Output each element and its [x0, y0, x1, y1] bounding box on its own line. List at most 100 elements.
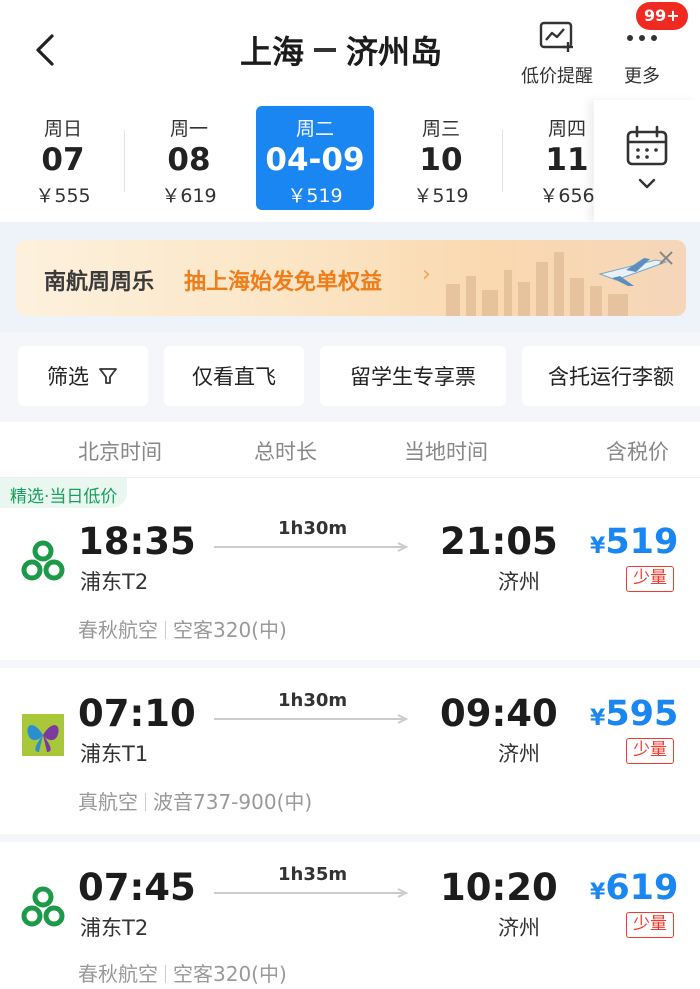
banner-brand: 南航周周乐	[44, 270, 155, 295]
arrival-time: 10:20	[440, 866, 558, 909]
date-day: 07	[41, 142, 85, 178]
airline-name: 春秋航空	[78, 962, 158, 986]
arrival-airport: 济州	[498, 742, 540, 766]
departure-time: 07:45	[78, 866, 196, 909]
price-alert-label: 低价提醒	[521, 66, 593, 87]
low-availability-badge: 少量	[626, 566, 674, 592]
col-local-time: 当地时间	[404, 440, 488, 464]
info-divider	[165, 621, 166, 639]
duration-line	[214, 542, 408, 552]
flight-duration: 1h35m	[278, 864, 348, 885]
date-price: ￥555	[35, 185, 91, 207]
date-price: ￥519	[287, 185, 343, 207]
departure-time: 18:35	[78, 520, 196, 563]
price-value: 595	[605, 694, 679, 734]
spring-airlines-logo-icon	[21, 540, 65, 581]
flight-row[interactable]: 精选·当日低价 18:35 1h30m 21:05 ¥519 浦东T2 济州 少…	[0, 478, 700, 668]
low-availability-badge: 少量	[626, 912, 674, 938]
departure-airport: 浦东T1	[80, 742, 149, 766]
date-item[interactable]: 周一 08 ￥619	[130, 106, 248, 210]
row-separator	[0, 660, 700, 668]
flight-price: ¥595	[590, 694, 678, 734]
checked-baggage-label: 含托运行李额	[548, 365, 674, 389]
back-button[interactable]	[26, 28, 66, 72]
currency-symbol: ¥	[590, 880, 606, 905]
flight-info: 真航空 波音737-900(中)	[78, 786, 312, 815]
col-duration: 总时长	[254, 440, 317, 464]
student-fare-label: 留学生专享票	[350, 365, 476, 389]
price-alert-button[interactable]: 低价提醒	[512, 20, 602, 88]
currency-symbol: ¥	[590, 706, 606, 731]
arrival-airport: 济州	[498, 570, 540, 594]
date-item[interactable]: 周日 07 ￥555	[4, 106, 122, 210]
flight-info: 春秋航空 空客320(中)	[78, 614, 287, 643]
date-weekday: 周二	[295, 118, 334, 140]
date-item[interactable]: 周三 10 ￥519	[382, 106, 500, 210]
promo-banner[interactable]: 南航周周乐 抽上海始发免单权益 ›	[16, 240, 686, 316]
flight-info: 春秋航空 空客320(中)	[78, 958, 287, 987]
departure-airport: 浦东T2	[80, 570, 149, 594]
aircraft-type: 波音737-900(中)	[153, 790, 313, 814]
info-divider	[165, 965, 166, 983]
calendar-button[interactable]	[594, 100, 700, 222]
flight-price: ¥619	[590, 868, 678, 908]
currency-symbol: ¥	[590, 534, 606, 559]
date-weekday: 周三	[421, 118, 460, 140]
departure-airport: 浦东T2	[80, 916, 149, 940]
filter-button[interactable]: 筛选	[18, 346, 148, 406]
student-fare-chip[interactable]: 留学生专享票	[320, 346, 506, 406]
price-value: 519	[605, 522, 679, 562]
row-separator	[0, 834, 700, 842]
chart-alert-icon	[539, 21, 573, 52]
duration-line	[214, 888, 408, 898]
more-label: 更多	[624, 66, 660, 87]
banner-promo-text: 抽上海始发免单权益	[184, 270, 383, 295]
route-title: 上海 济州岛	[240, 28, 470, 72]
date-divider	[124, 130, 125, 192]
aircraft-type: 空客320(中)	[173, 618, 287, 642]
airline-name: 真航空	[78, 790, 138, 814]
checked-baggage-chip[interactable]: 含托运行李额	[522, 346, 700, 406]
funnel-icon	[99, 368, 117, 384]
col-price: 含税价	[606, 440, 669, 464]
date-weekday: 周一	[169, 118, 208, 140]
calendar-icon	[626, 125, 668, 189]
price-value: 619	[605, 868, 679, 908]
flight-row[interactable]: 07:10 1h30m 09:40 ¥595 浦东T1 济州 少量 真航空 波音7…	[0, 668, 700, 842]
col-beijing-time: 北京时间	[78, 440, 162, 464]
flight-row[interactable]: 07:45 1h35m 10:20 ¥619 浦东T2 济州 少量 春秋航空 空客…	[0, 842, 700, 989]
banner-close-button[interactable]	[652, 244, 680, 272]
low-availability-badge: 少量	[626, 738, 674, 764]
airline-name: 春秋航空	[78, 618, 158, 642]
header-bar: 上海 济州岛 低价提醒 更多 99+	[0, 0, 700, 100]
column-headers: 北京时间 总时长 当地时间 含税价	[0, 422, 700, 478]
date-day: 04-09	[265, 142, 365, 178]
spring-airlines-logo-icon	[21, 886, 65, 927]
recommend-tag: 精选·当日低价	[0, 478, 128, 508]
date-item-selected[interactable]: 周二 04-09 ￥519	[256, 106, 374, 210]
more-button[interactable]: 更多	[610, 20, 674, 88]
date-day: 08	[167, 142, 211, 178]
chevron-right-icon: ›	[422, 262, 431, 287]
banner-area: 南航周周乐 抽上海始发免单权益 ›	[0, 222, 700, 332]
aircraft-type: 空客320(中)	[173, 962, 287, 986]
date-price: ￥519	[413, 185, 469, 207]
close-icon	[659, 251, 673, 265]
arrival-time: 21:05	[440, 520, 558, 563]
origin-city: 上海	[240, 33, 305, 71]
destination-city: 济州岛	[346, 33, 443, 71]
filter-label: 筛选	[47, 365, 89, 389]
departure-time: 07:10	[78, 692, 196, 735]
date-day: 10	[419, 142, 463, 178]
juneyao-airlines-logo-icon	[22, 714, 64, 756]
date-selector: 周日 07 ￥555 周一 08 ￥619 周二 04-09 ￥519 周三 1…	[0, 100, 700, 222]
direct-only-chip[interactable]: 仅看直飞	[164, 346, 304, 406]
info-divider	[145, 793, 146, 811]
date-divider	[502, 130, 503, 192]
flight-duration: 1h30m	[278, 690, 348, 711]
route-dash	[314, 48, 337, 52]
duration-line	[214, 714, 408, 724]
direct-only-label: 仅看直飞	[192, 365, 276, 389]
arrival-time: 09:40	[440, 692, 558, 735]
flight-price: ¥519	[590, 522, 678, 562]
